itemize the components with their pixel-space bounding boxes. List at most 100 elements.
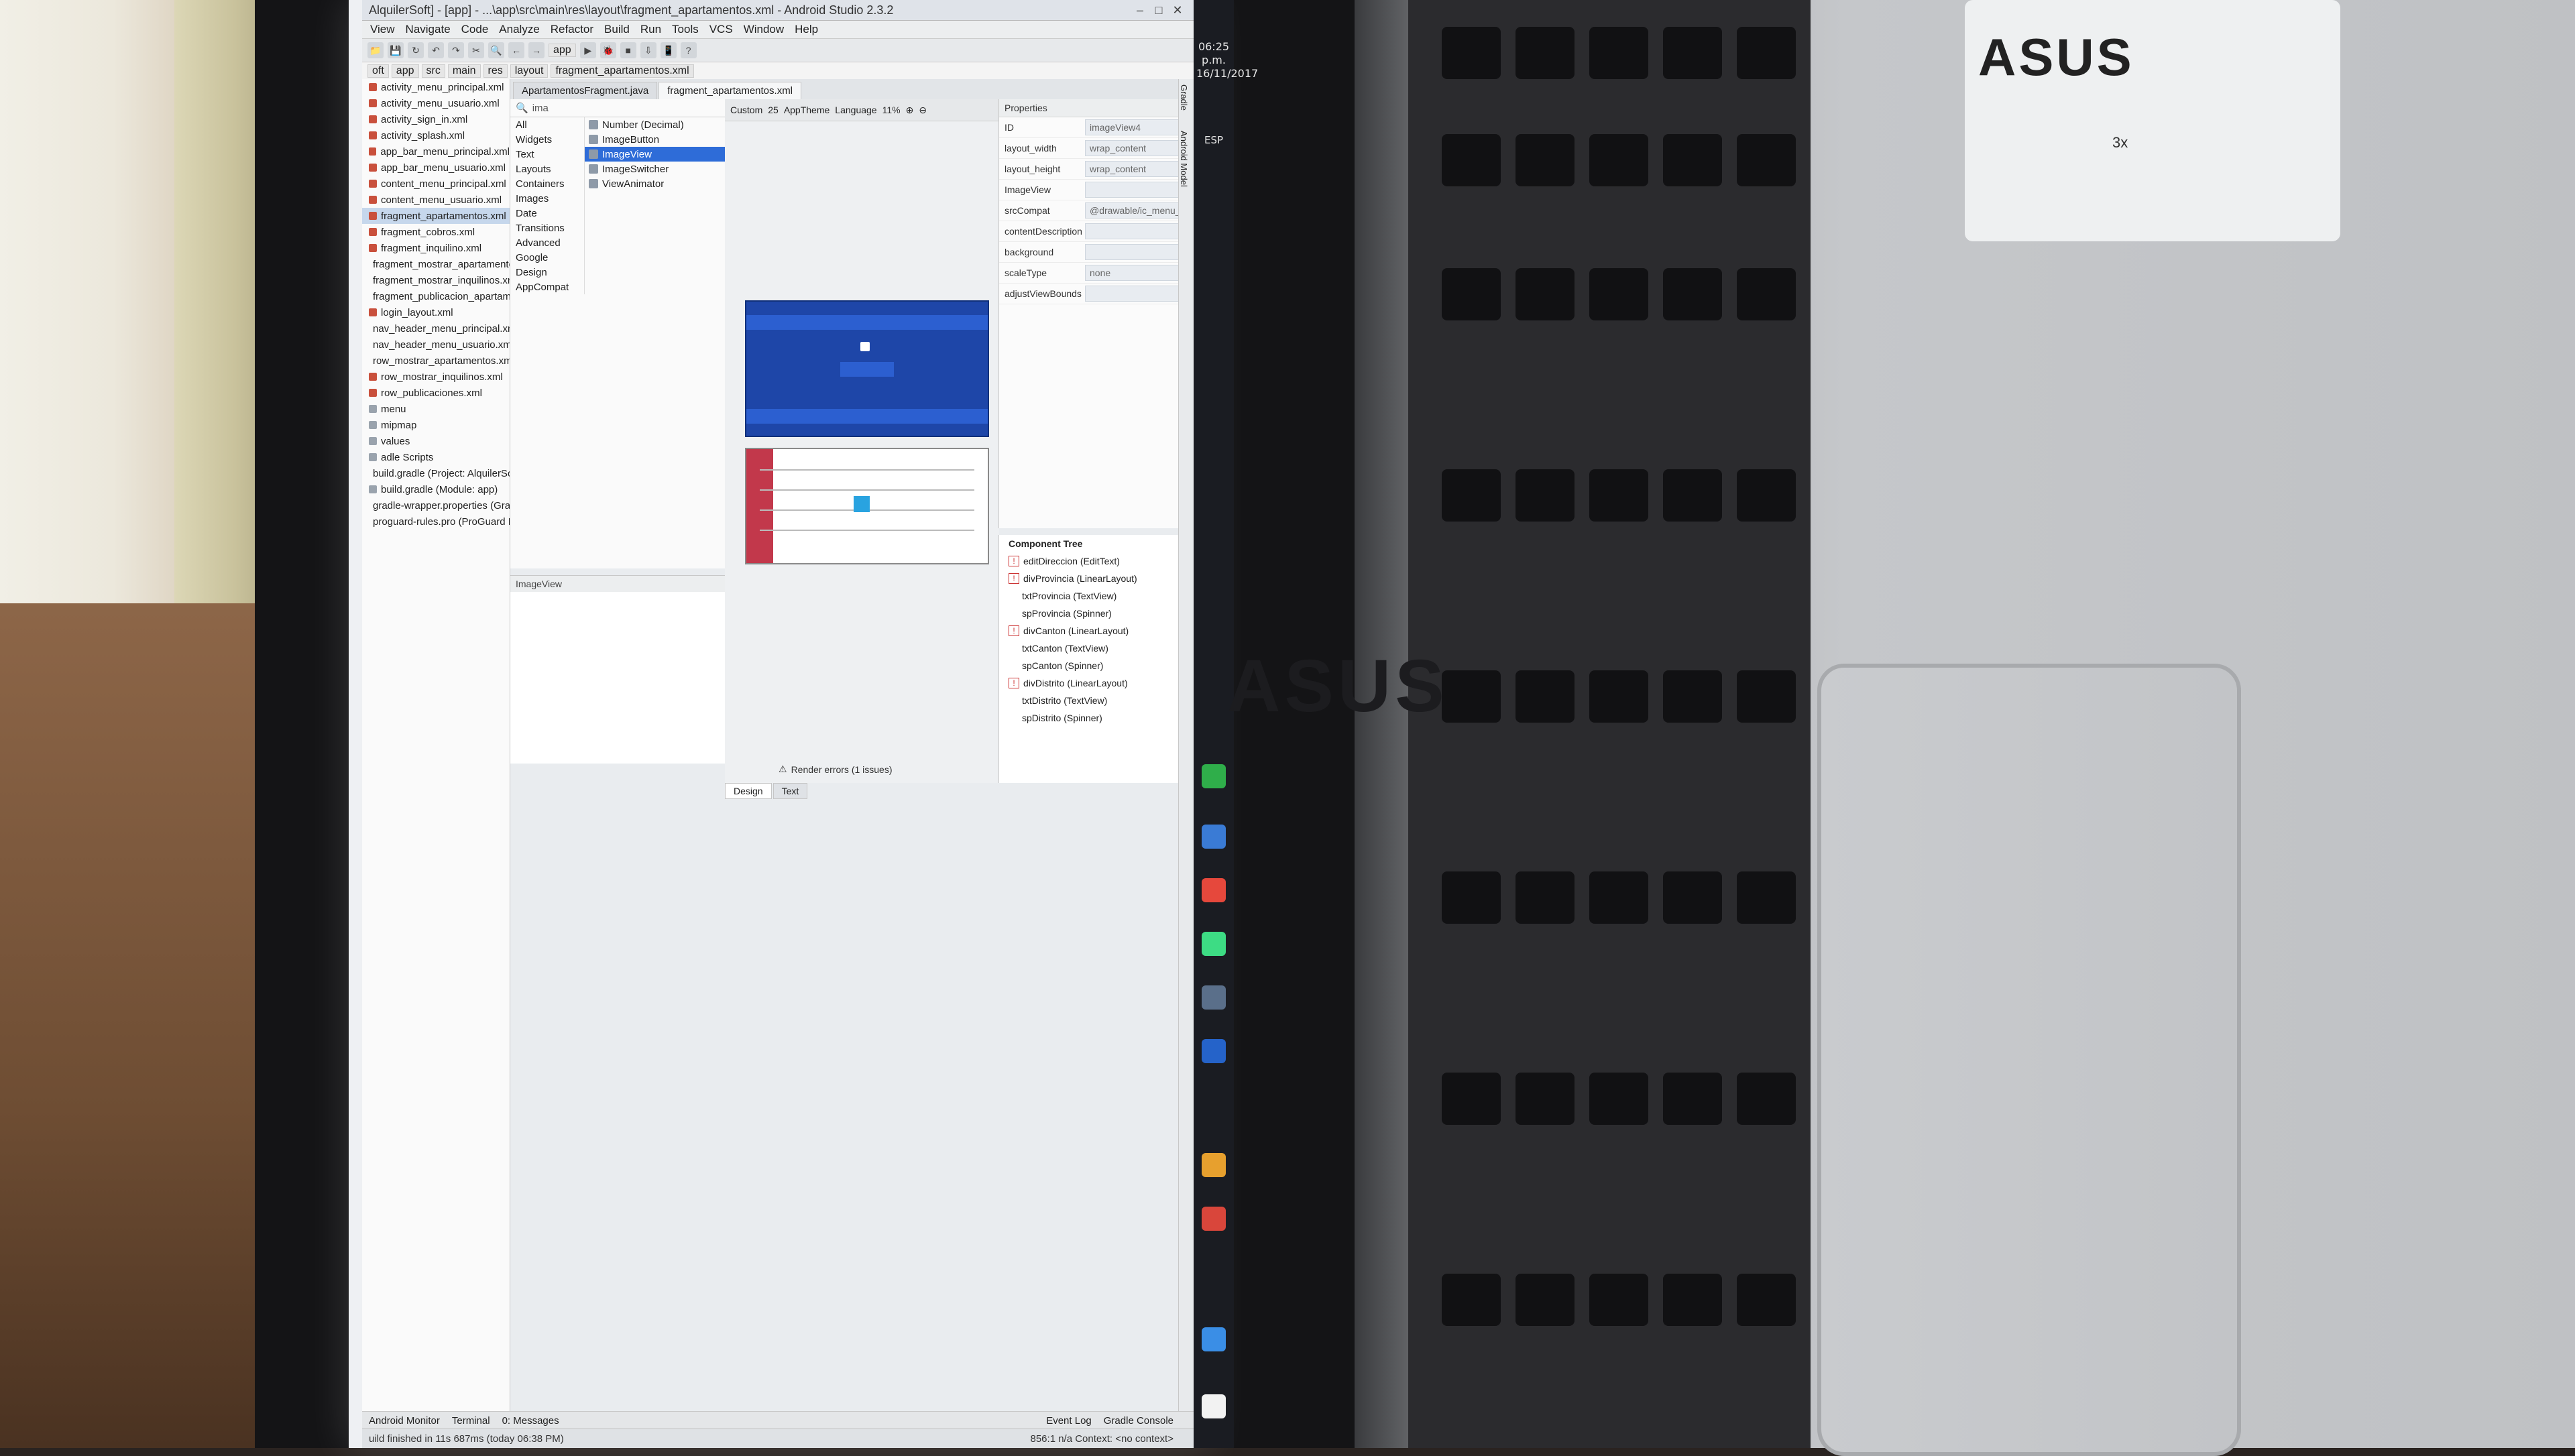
sdk-manager-icon[interactable]: ⇩ <box>640 42 656 58</box>
minimize-icon[interactable]: – <box>1131 3 1149 17</box>
breadcrumb-item[interactable]: res <box>483 64 508 78</box>
palette-category[interactable]: Containers <box>510 176 584 191</box>
file-item[interactable]: activity_splash.xml <box>362 127 510 143</box>
palette-category[interactable]: All <box>510 117 584 132</box>
skype-taskbar-icon[interactable] <box>1202 825 1226 849</box>
save-icon[interactable]: 💾 <box>388 42 404 58</box>
breadcrumb-item[interactable]: main <box>447 64 481 78</box>
help-icon[interactable]: ? <box>680 42 697 58</box>
undo-icon[interactable]: ↶ <box>428 42 444 58</box>
chrome-taskbar-icon[interactable] <box>1202 878 1226 902</box>
file-item[interactable]: activity_menu_principal.xml <box>362 79 510 95</box>
palette-item[interactable]: Number (Decimal) <box>585 117 725 132</box>
menu-tools[interactable]: Tools <box>671 23 700 36</box>
sync-icon[interactable]: ↻ <box>408 42 424 58</box>
zoom-out-icon[interactable]: ⊖ <box>919 105 927 116</box>
tree-node[interactable]: txtCanton (TextView) <box>999 640 1194 657</box>
file-item[interactable]: content_menu_principal.xml <box>362 176 510 192</box>
terminal-button[interactable]: Terminal <box>452 1415 490 1427</box>
palette-category[interactable]: Widgets <box>510 132 584 147</box>
design-preview[interactable] <box>745 448 989 564</box>
palette-category[interactable]: AppCompat <box>510 280 584 294</box>
file-item[interactable]: app_bar_menu_principal.xml <box>362 143 510 160</box>
tree-node[interactable]: spCanton (Spinner) <box>999 657 1194 674</box>
file-item[interactable]: login_layout.xml <box>362 304 510 320</box>
property-value-field[interactable] <box>1085 244 1188 260</box>
render-errors[interactable]: ⚠ Render errors (1 issues) <box>779 764 893 775</box>
menu-help[interactable]: Help <box>793 23 819 36</box>
file-item[interactable]: fragment_inquilino.xml <box>362 240 510 256</box>
gradle-file-item[interactable]: build.gradle (Module: app) <box>362 481 510 497</box>
palette-category[interactable]: Images <box>510 191 584 206</box>
file-item[interactable]: content_menu_usuario.xml <box>362 192 510 208</box>
tree-node[interactable]: spProvincia (Spinner) <box>999 605 1194 622</box>
menu-window[interactable]: Window <box>742 23 785 36</box>
folder-item[interactable]: menu <box>362 401 510 417</box>
file-item[interactable]: row_mostrar_apartamentos.xml <box>362 353 510 369</box>
menu-analyze[interactable]: Analyze <box>498 23 540 36</box>
palette-item[interactable]: ViewAnimator <box>585 176 725 191</box>
file-item[interactable]: nav_header_menu_principal.xml <box>362 320 510 337</box>
file-item[interactable]: app_bar_menu_usuario.xml <box>362 160 510 176</box>
gradle-file-item[interactable]: build.gradle (Project: AlquilerSoft) <box>362 465 510 481</box>
tree-node[interactable]: ! divDistrito (LinearLayout) <box>999 674 1194 692</box>
file-item[interactable]: fragment_publicacion_apartamentos.xml <box>362 288 510 304</box>
blueprint-view[interactable] <box>745 300 989 437</box>
api-select[interactable]: 25 <box>768 105 779 115</box>
palette-item-selected[interactable]: ImageView <box>585 147 725 162</box>
tree-node[interactable]: ! editDireccion (EditText) <box>999 552 1194 570</box>
file-item[interactable]: fragment_mostrar_inquilinos.xml <box>362 272 510 288</box>
android-monitor-button[interactable]: Android Monitor <box>369 1415 440 1427</box>
close-icon[interactable]: ✕ <box>1168 3 1187 17</box>
folder-item[interactable]: adle Scripts <box>362 449 510 465</box>
breadcrumb-item[interactable]: app <box>391 64 419 78</box>
clock[interactable]: 06:25 p.m. 16/11/2017 <box>1196 40 1258 80</box>
device-select[interactable]: Custom <box>730 105 762 115</box>
theme-select[interactable]: AppTheme <box>784 105 829 115</box>
palette-category[interactable]: Layouts <box>510 162 584 176</box>
menu-refactor[interactable]: Refactor <box>549 23 595 36</box>
tree-node[interactable]: txtDistrito (TextView) <box>999 692 1194 709</box>
back-icon[interactable]: ← <box>508 42 524 58</box>
zoom-in-icon[interactable]: ⊕ <box>906 105 914 116</box>
file-item-selected[interactable]: fragment_apartamentos.xml <box>362 208 510 224</box>
menu-run[interactable]: Run <box>639 23 663 36</box>
folder-item[interactable]: values <box>362 433 510 449</box>
tree-node[interactable]: ! divCanton (LinearLayout) <box>999 622 1194 640</box>
run-config-select[interactable]: app <box>549 44 576 57</box>
android-taskbar-icon[interactable] <box>1202 932 1226 956</box>
file-item[interactable]: activity_sign_in.xml <box>362 111 510 127</box>
start-icon[interactable] <box>1202 1394 1226 1418</box>
menu-view[interactable]: View <box>369 23 396 36</box>
open-icon[interactable]: 📁 <box>367 42 384 58</box>
cut-icon[interactable]: ✂ <box>468 42 484 58</box>
file-item[interactable]: row_publicaciones.xml <box>362 385 510 401</box>
palette-item[interactable]: ImageButton <box>585 132 725 147</box>
gradle-console-button[interactable]: Gradle Console <box>1104 1415 1174 1427</box>
breadcrumb-item[interactable]: layout <box>510 64 549 78</box>
tab-design[interactable]: Design <box>725 783 772 799</box>
palette-category[interactable]: Date <box>510 206 584 221</box>
tree-node[interactable]: ! divProvincia (LinearLayout) <box>999 570 1194 587</box>
menu-build[interactable]: Build <box>603 23 631 36</box>
file-item[interactable]: fragment_cobros.xml <box>362 224 510 240</box>
tab-text[interactable]: Text <box>772 783 808 799</box>
messages-button[interactable]: 0: Messages <box>502 1415 559 1427</box>
palette-search[interactable]: 🔍 ima <box>510 99 725 117</box>
forward-icon[interactable]: → <box>528 42 545 58</box>
stop-icon[interactable]: ■ <box>620 42 636 58</box>
palette-category[interactable]: Advanced <box>510 235 584 250</box>
property-value-field[interactable]: @drawable/ic_menu_camera <box>1085 202 1188 219</box>
property-value-field[interactable] <box>1085 223 1188 239</box>
menu-vcs[interactable]: VCS <box>708 23 734 36</box>
gradle-file-item[interactable]: gradle-wrapper.properties (Gradle Versio… <box>362 497 510 513</box>
tree-node[interactable]: spDistrito (Spinner) <box>999 709 1194 727</box>
folder-item[interactable]: mipmap <box>362 417 510 433</box>
android-model-tool-button[interactable]: Android Model <box>1179 111 1189 187</box>
property-value-field[interactable]: wrap_content <box>1085 140 1188 156</box>
breadcrumb-item[interactable]: fragment_apartamentos.xml <box>551 64 694 78</box>
file-item[interactable]: fragment_mostrar_apartamentos.xml <box>362 256 510 272</box>
tab-fragment-apartamentos-xml[interactable]: fragment_apartamentos.xml <box>659 82 802 99</box>
android-studio-taskbar-icon[interactable] <box>1202 764 1226 788</box>
tree-node[interactable]: txtProvincia (TextView) <box>999 587 1194 605</box>
